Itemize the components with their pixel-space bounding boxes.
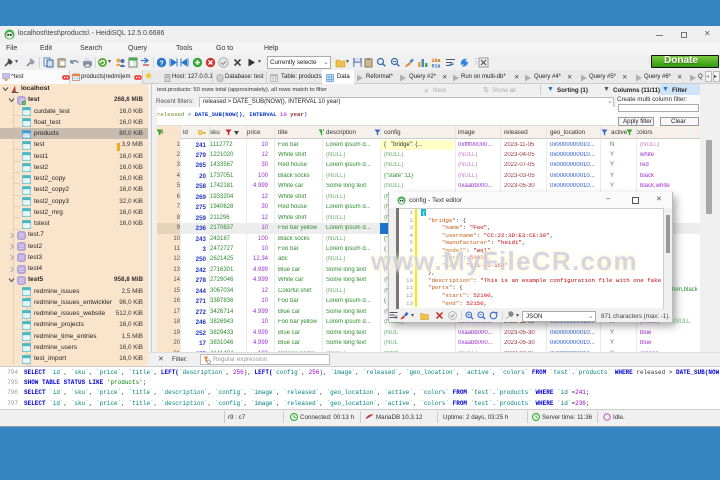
- svg-text:01a: 01a: [432, 64, 441, 69]
- svg-text:?: ?: [159, 58, 164, 67]
